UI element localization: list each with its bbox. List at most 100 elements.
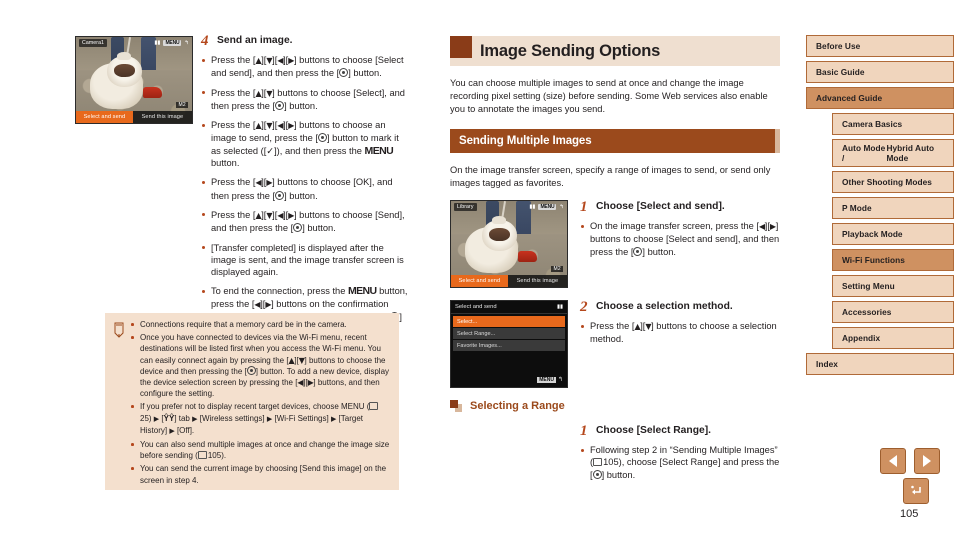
note-bullet: Connections require that a memory card b… (131, 319, 391, 330)
step-2-block: Select and send ▮▮ Select... Select Rang… (450, 300, 780, 388)
sidebar-item-auto-mode-hybrid-auto-mode[interactable]: Auto Mode / Hybrid Auto Mode (832, 139, 954, 167)
arrow-right-icon: ▶ (153, 415, 160, 423)
camera-info-chip: M2 (551, 266, 563, 272)
step-number: 1 (580, 199, 588, 215)
step-1-block: Library ▮▮ MENU ↰ M2 Select and send Sen… (450, 200, 780, 288)
step-title: Choose a selection method. (596, 301, 733, 312)
camera-topbar: Camera1 ▮▮ MENU ↰ (76, 37, 192, 48)
triangle-right-icon (923, 455, 931, 467)
main-content: Image Sending Options You can choose mul… (450, 36, 780, 488)
note-box: Connections require that a memory card b… (105, 313, 399, 490)
arrow-right-icon: ▶ (266, 415, 273, 423)
page-title-bar: Image Sending Options (450, 36, 780, 66)
note-bullet: You can also send multiple images at onc… (131, 439, 391, 461)
camera-select-and-send-button[interactable]: Select and send (76, 111, 133, 123)
sidebar-item-label: Setting Menu (842, 281, 895, 291)
step-number: 1 (580, 423, 588, 439)
arrow-left-key-icon: ◀ (255, 178, 262, 188)
func-set-button-icon (293, 223, 303, 233)
menu-row-select[interactable]: Select... (453, 316, 565, 327)
step-2-header: 2 Choose a selection method. (580, 299, 780, 315)
camera-device-label: Library (454, 202, 477, 211)
arrow-up-key-icon: ▲ (255, 88, 262, 98)
camera-screen-step4: Camera1 ▮▮ MENU ↰ M2 Select and send Sen… (75, 36, 193, 124)
arrow-right-icon: ▶ (192, 415, 198, 423)
camera-bottombar: Select and send Send this image (76, 111, 192, 123)
page-reference-icon: 105 (593, 457, 619, 467)
instruction-bullet: Press the [▲][▼][◀][▶] buttons to choose… (201, 209, 411, 235)
subsection-heading-row: Selecting a Range (450, 400, 780, 412)
sidebar-item-playback-mode[interactable]: Playback Mode (832, 223, 954, 245)
arrow-right-key-icon: ▶ (288, 56, 295, 65)
sidebar-item-label: Index (816, 359, 838, 369)
sidebar-item-advanced-guide[interactable]: Advanced Guide (806, 87, 954, 109)
instruction-bullet: [Transfer completed] is displayed after … (201, 242, 411, 279)
arrow-right-key-icon: ▶ (265, 299, 272, 309)
step-3-block: 1 Choose [Select Range]. Following step … (450, 424, 780, 488)
arrow-down-key-icon: ▼ (645, 322, 652, 331)
page-reference-icon: 25 (140, 402, 379, 423)
arrow-left-key-icon: ◀ (277, 56, 284, 65)
camera-menu-titlebar: Select and send ▮▮ (451, 301, 567, 314)
sidebar-item-before-use[interactable]: Before Use (806, 35, 954, 57)
instruction-bullet: Press the [▲][▼] buttons to choose [Sele… (201, 87, 411, 113)
sidebar-item-label: Before Use (816, 41, 861, 51)
sidebar-item-camera-basics[interactable]: Camera Basics (832, 113, 954, 135)
camera-info-chip: M2 (176, 102, 188, 108)
pencil-icon (114, 322, 124, 338)
subsection-accent-square (450, 400, 462, 412)
instruction-bullet: Press the [▲][▼][◀][▶] buttons to choose… (201, 54, 411, 80)
arrow-down-key-icon: ▼ (266, 88, 273, 98)
step-1-header: 1 Choose [Select and send]. (580, 199, 780, 215)
arrow-left-key-icon: ◀ (297, 378, 304, 388)
step-3-header: 1 Choose [Select Range]. (580, 423, 780, 439)
return-icon: ↰ (557, 377, 563, 383)
step-number: 4 (201, 33, 209, 49)
signal-icon: ▮▮ (529, 203, 536, 210)
return-icon: ↰ (559, 203, 564, 210)
func-set-button-icon (633, 246, 643, 256)
menu-row-select-range[interactable]: Select Range... (453, 328, 565, 339)
arrow-left-key-icon: ◀ (758, 222, 765, 231)
instruction-bullet: Following step 2 in “Sending Multiple Im… (580, 444, 780, 481)
step-3-bullet-list: Following step 2 in “Sending Multiple Im… (580, 444, 780, 481)
sidebar-item-wi-fi-functions[interactable]: Wi-Fi Functions (832, 249, 954, 271)
sidebar-item-appendix[interactable]: Appendix (832, 327, 954, 349)
next-page-button[interactable] (914, 448, 940, 474)
camera-bottombar: Select and send Send this image (451, 275, 567, 287)
arrow-up-key-icon: ▲ (255, 121, 262, 131)
sidebar-item-other-shooting-modes[interactable]: Other Shooting Modes (832, 171, 954, 193)
title-accent-square (450, 36, 472, 58)
arrow-up-key-icon: ▲ (634, 322, 641, 331)
camera-send-this-image-button[interactable]: Send this image (507, 275, 567, 287)
func-set-button-icon (317, 133, 327, 143)
sidebar-item-index[interactable]: Index (806, 353, 954, 375)
sidebar-item-basic-guide[interactable]: Basic Guide (806, 61, 954, 83)
menu-row-favorite-images[interactable]: Favorite Images... (453, 340, 565, 351)
note-bullet: If you prefer not to display recent targ… (131, 401, 391, 437)
step-4-header: 4 Send an image. (201, 33, 411, 49)
sidebar-item-label: Appendix (842, 333, 881, 343)
arrow-right-icon: ▶ (330, 415, 337, 423)
signal-icon: ▮▮ (556, 304, 563, 310)
prev-page-button[interactable] (880, 448, 906, 474)
sidebar-nav: Before Use Basic Guide Advanced Guide Camer… (806, 35, 954, 379)
camera-select-and-send-button[interactable]: Select and send (451, 275, 508, 287)
step-title: Send an image. (217, 35, 293, 46)
step-number: 2 (580, 299, 588, 315)
sidebar-item-setting-menu[interactable]: Setting Menu (832, 275, 954, 297)
arrow-down-key-icon: ▼ (266, 210, 273, 220)
sidebar-item-label: Hybrid Auto Mode (886, 142, 935, 164)
func-set-button-icon (339, 68, 349, 78)
return-home-button[interactable] (903, 478, 929, 504)
sidebar-item-accessories[interactable]: Accessories (832, 301, 954, 323)
section-heading-bar: Sending Multiple Images (450, 129, 780, 153)
note-bullet: Once you have connected to devices via t… (131, 332, 391, 399)
instruction-bullet: Press the [◀][▶] buttons to choose [OK],… (201, 176, 411, 202)
sidebar-item-label: P Mode (842, 203, 872, 213)
arrow-down-key-icon: ▼ (266, 121, 273, 131)
camera-send-this-image-button[interactable]: Send this image (132, 111, 192, 123)
arrow-left-key-icon: ◀ (277, 121, 284, 131)
sidebar-item-label: Other Shooting Modes (842, 177, 932, 187)
sidebar-item-p-mode[interactable]: P Mode (832, 197, 954, 219)
